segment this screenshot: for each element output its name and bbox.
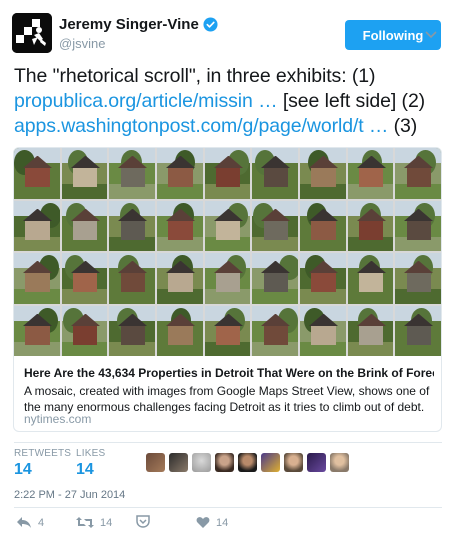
house-tile xyxy=(395,148,441,199)
washingtonpost-link[interactable]: apps.washingtonpost.com/g/page/world/t xyxy=(14,115,364,137)
liker-avatar[interactable] xyxy=(238,453,257,472)
house-tile xyxy=(300,148,346,199)
house-tile xyxy=(347,253,394,304)
liker-avatar[interactable] xyxy=(284,453,303,472)
link-card[interactable]: Here Are the 43,634 Properties in Detroi… xyxy=(13,147,442,432)
retweet-count: 14 xyxy=(100,516,113,529)
retweets-count[interactable]: 14 xyxy=(14,461,32,479)
avatar-image xyxy=(12,13,52,53)
house-tile xyxy=(204,305,251,356)
house-tile xyxy=(61,200,108,251)
house-tile xyxy=(395,200,441,251)
house-tile xyxy=(300,253,346,304)
house-tile xyxy=(109,200,155,251)
house-mosaic-image[interactable] xyxy=(14,148,441,356)
house-tile xyxy=(61,253,108,304)
house-tile xyxy=(157,200,203,251)
likes-label[interactable]: LIKES xyxy=(76,448,105,459)
house-tile xyxy=(204,200,251,251)
house-tile xyxy=(252,305,298,356)
tweet-line-3: apps.washingtonpost.com/g/page/world/t …… xyxy=(14,114,444,139)
house-tile xyxy=(157,253,203,304)
house-tile xyxy=(300,305,346,356)
house-tile xyxy=(204,253,251,304)
reply-icon xyxy=(17,517,31,528)
house-tile xyxy=(252,200,298,251)
card-description: A mosaic, created with images from Googl… xyxy=(24,384,430,414)
house-tile xyxy=(395,305,441,356)
like-button[interactable]: 14 xyxy=(196,516,228,529)
tweet-line-1: The "rhetorical scroll", in three exhibi… xyxy=(14,65,376,87)
reply-count: 4 xyxy=(38,516,45,529)
house-tile xyxy=(157,148,203,199)
house-tile xyxy=(204,148,251,199)
chevron-down-icon[interactable] xyxy=(424,28,438,42)
liker-avatar[interactable] xyxy=(169,453,188,472)
house-tile xyxy=(300,200,346,251)
divider xyxy=(14,507,442,508)
pocket-button[interactable] xyxy=(136,515,150,528)
link-ellipsis[interactable]: … xyxy=(253,90,278,112)
house-tile xyxy=(109,148,155,199)
pocket-icon xyxy=(136,515,150,528)
link-ellipsis[interactable]: … xyxy=(364,115,389,137)
house-tile xyxy=(61,148,108,199)
card-title[interactable]: Here Are the 43,634 Properties in Detroi… xyxy=(24,366,434,380)
tweet-timestamp[interactable]: 2:22 PM - 27 Jun 2014 xyxy=(14,489,125,501)
retweet-icon xyxy=(76,517,94,528)
retweets-label[interactable]: RETWEETS xyxy=(14,448,71,459)
liker-avatar[interactable] xyxy=(261,453,280,472)
house-tile xyxy=(252,148,298,199)
retweet-button[interactable]: 14 xyxy=(76,516,112,529)
tweet-line-2-rest: [see left side] (2) xyxy=(277,90,426,112)
user-handle[interactable]: @jsvine xyxy=(59,36,105,51)
liker-avatar[interactable] xyxy=(215,453,234,472)
house-tile xyxy=(109,253,155,304)
liker-avatar[interactable] xyxy=(146,453,165,472)
tweet-actions: 4 14 14 xyxy=(0,514,455,532)
avatar[interactable] xyxy=(12,13,52,53)
house-tile xyxy=(157,305,203,356)
likes-count[interactable]: 14 xyxy=(76,461,94,479)
tweet-line-2: propublica.org/article/missin … [see lef… xyxy=(14,89,444,114)
liker-avatar[interactable] xyxy=(307,453,326,472)
house-tile xyxy=(347,305,394,356)
card-domain: nytimes.com xyxy=(24,412,92,426)
verified-badge-icon xyxy=(203,17,218,32)
house-tile xyxy=(61,305,108,356)
liker-avatar[interactable] xyxy=(192,453,211,472)
house-tile xyxy=(395,253,441,304)
house-tile xyxy=(347,200,394,251)
house-tile xyxy=(347,148,394,199)
house-tile xyxy=(14,305,60,356)
tweet-text: The "rhetorical scroll", in three exhibi… xyxy=(14,64,444,139)
house-tile xyxy=(109,305,155,356)
propublica-link[interactable]: propublica.org/article/missin xyxy=(14,90,253,112)
house-tile xyxy=(252,253,298,304)
divider xyxy=(14,442,442,443)
tweet-line-3-rest: (3) xyxy=(388,115,418,137)
reply-button[interactable]: 4 xyxy=(16,516,44,529)
like-count: 14 xyxy=(216,516,229,529)
house-tile xyxy=(14,253,60,304)
house-tile xyxy=(14,148,60,199)
house-tile xyxy=(14,200,60,251)
display-name[interactable]: Jeremy Singer-Vine xyxy=(59,16,199,33)
liker-avatar[interactable] xyxy=(330,453,349,472)
liker-avatars xyxy=(146,453,349,472)
user-name-row[interactable]: Jeremy Singer-Vine xyxy=(59,16,218,33)
heart-icon xyxy=(196,517,210,528)
